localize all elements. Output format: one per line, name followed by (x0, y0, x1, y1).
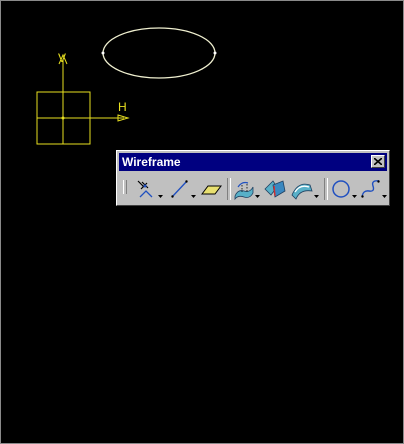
spline-button[interactable] (359, 177, 383, 201)
toolbar-separator (324, 178, 328, 200)
toolbar-title: Wireframe (122, 155, 181, 169)
h-axis-label: H (118, 100, 127, 114)
v-axis-label: V (58, 51, 67, 65)
toolbar-title-bar[interactable]: Wireframe (119, 153, 387, 171)
plane-button[interactable] (199, 177, 223, 201)
point-button[interactable] (134, 177, 158, 201)
ellipse-curve[interactable] (102, 27, 216, 79)
projection-dropdown-arrow[interactable] (255, 195, 260, 198)
line-icon (171, 180, 188, 198)
close-button[interactable] (371, 155, 385, 168)
ellipse-handle-right[interactable] (213, 51, 217, 55)
intersection-button[interactable] (263, 177, 287, 201)
projection-button[interactable] (232, 177, 256, 201)
point-icon (137, 180, 153, 198)
close-x-icon (374, 158, 382, 165)
geometry-canvas[interactable] (0, 0, 404, 444)
line-dropdown-arrow[interactable] (191, 195, 196, 198)
point-dropdown-arrow[interactable] (158, 195, 163, 198)
spline-dropdown-arrow[interactable] (382, 195, 387, 198)
circle-icon (332, 180, 350, 198)
offset-curve-icon (291, 183, 313, 200)
circle-dropdown-arrow[interactable] (352, 195, 357, 198)
line-button[interactable] (168, 177, 192, 201)
toolbar-separator (227, 178, 231, 200)
toolbar-icon-row (120, 175, 388, 203)
circle-button[interactable] (329, 177, 353, 201)
offset-curve-button[interactable] (290, 177, 314, 201)
plane-icon (201, 185, 222, 195)
wireframe-toolbar[interactable]: Wireframe (116, 150, 390, 206)
offset-curve-dropdown-arrow[interactable] (314, 195, 319, 198)
ellipse-handle-left[interactable] (101, 51, 105, 55)
projection-icon (234, 181, 254, 201)
toolbar-grip[interactable] (123, 180, 127, 194)
spline-icon (361, 180, 380, 198)
origin-point (61, 116, 65, 120)
intersection-icon (264, 180, 286, 198)
